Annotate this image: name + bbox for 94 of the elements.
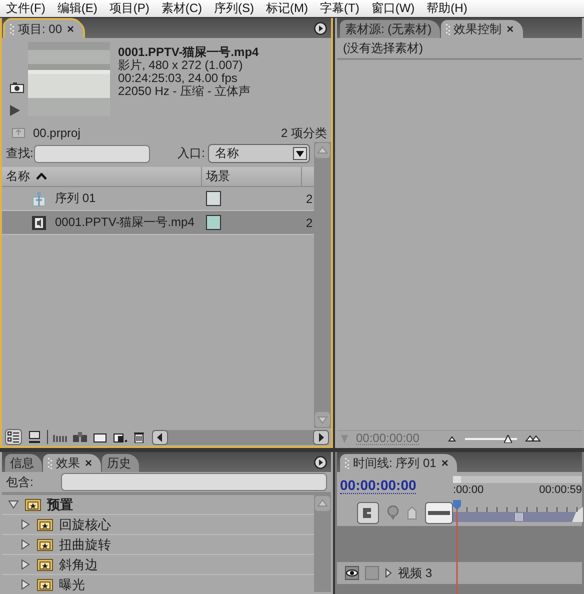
label-swatch[interactable] [206,215,221,230]
binoculars-icon[interactable] [72,431,88,443]
clip-detail: 00:24:25:03, 24.00 fps [118,72,238,85]
lock-toggle[interactable] [365,566,379,580]
eye-toggle[interactable] [345,566,359,580]
close-button[interactable]: × [440,456,450,470]
item-count: 2 项分类 [280,124,327,142]
tree-item[interactable]: 预置 [2,495,314,515]
status-message: (没有选择素材) [343,40,423,56]
table-cell: 2 [306,192,313,206]
clip-name: 0001.PPTV-猫屎一号.mp4 [118,46,259,59]
tree-item[interactable]: 斜角边 [2,555,314,575]
folder-icon [25,498,41,511]
zoom-slider[interactable] [465,434,518,442]
folder-icon[interactable] [92,431,108,443]
panel-tab[interactable]: 历史 [102,454,140,472]
folder-icon [37,518,53,531]
expand-triangle-icon[interactable] [385,568,392,578]
close-button[interactable]: × [506,22,515,36]
slider-thumb[interactable] [504,434,512,442]
scroll-right-icon[interactable] [313,430,329,444]
menu-item[interactable]: 序列(S) [210,0,262,17]
filter-field[interactable] [61,473,327,491]
clip-detail: 影片, 480 x 272 (1.007) [118,59,243,72]
film-icon [31,214,47,230]
expand-triangle-icon[interactable] [21,519,30,530]
close-button[interactable]: × [84,456,94,470]
panel-menu-icon[interactable] [314,22,327,35]
list-view-icon[interactable] [5,429,22,445]
scroll-left-icon[interactable] [152,430,168,444]
column-header[interactable]: 名称 [6,168,30,185]
panel-tab[interactable]: 效果控制 × [440,20,523,38]
table-row[interactable]: 0001.PPTV-猫屎一号.mp4 2 [2,211,314,235]
panel-tab[interactable]: 项目: 00 × [5,20,84,38]
panel-tab[interactable]: 效果 × [43,454,102,472]
play-icon[interactable] [10,105,20,116]
panel-tab[interactable]: 信息 [5,454,42,472]
search-field[interactable] [34,144,150,162]
item-name: 0001.PPTV-猫屎一号.mp4 [55,214,194,231]
tree-item[interactable]: 回旋核心 [2,515,314,535]
zoom-out-icon[interactable] [447,436,458,442]
track-name: 视频 3 [398,564,432,582]
icon-view-icon[interactable] [26,429,43,445]
panel-menu-icon[interactable] [314,456,327,469]
clip-detail: 22050 Hz - 压缩 - 立体声 [118,85,252,98]
sort-icon[interactable] [36,173,47,180]
tree-item[interactable]: 曝光 [2,575,314,594]
collapse-triangle-icon[interactable] [8,500,19,509]
ruler-label: 00:00:59 [539,484,582,496]
ruler-label: :00:00 [453,484,484,496]
menu-item[interactable]: 字幕(T) [316,0,368,17]
panel-tab[interactable]: 时间线: 序列 01 × [340,454,458,472]
expand-triangle-icon[interactable] [21,579,30,590]
scrollbar[interactable] [314,495,331,592]
folder-icon [37,578,53,591]
menu-item[interactable]: 文件(F) [2,0,54,17]
panel-tab[interactable]: 素材源: (无素材) [340,20,440,38]
entry-dropdown[interactable]: 名称 [208,144,310,163]
label-swatch[interactable] [206,191,221,206]
column-header[interactable]: 场景 [206,168,230,185]
project-file: 00.prproj [33,126,82,140]
entry-label: 入口: [178,145,205,162]
close-button[interactable]: × [66,22,76,36]
tree-item[interactable]: 扭曲旋转 [2,535,314,555]
marker-icon[interactable] [387,505,399,521]
expand-triangle-icon[interactable] [21,559,30,570]
sequence-icon [31,190,47,206]
search-label: 查找: [6,145,34,162]
item-name: 序列 01 [55,190,96,207]
menu-item[interactable]: 编辑(E) [53,0,106,17]
zoom-in-icon[interactable] [525,435,542,442]
grip-icon[interactable] [48,458,52,468]
filter-label: 包含: [6,474,34,490]
new-item-icon[interactable] [112,431,128,443]
grip-icon[interactable] [345,458,349,468]
menu-item[interactable]: 标记(M) [262,0,316,17]
folder-icon [37,538,53,551]
timecode[interactable]: 00:00:00:00 [340,478,416,494]
menu-item[interactable]: 项目(P) [105,0,158,17]
marker-icon[interactable] [341,434,348,442]
table-cell: 2 [306,216,313,230]
menu-item[interactable]: 窗口(W) [367,0,423,17]
grip-icon[interactable] [446,24,450,34]
menu-item[interactable]: 素材(C) [157,0,210,17]
horizontal-scrollbar[interactable] [152,430,329,444]
dropdown-arrow-icon[interactable] [296,150,304,156]
grip-icon[interactable] [10,24,14,34]
expand-triangle-icon[interactable] [21,539,30,550]
track-height-icon[interactable] [425,502,453,524]
snap-icon[interactable] [357,502,379,524]
camera-icon[interactable] [10,82,24,93]
folder-icon [37,558,53,571]
menu-item[interactable]: 帮助(H) [422,0,476,17]
trash-icon[interactable] [132,431,146,443]
